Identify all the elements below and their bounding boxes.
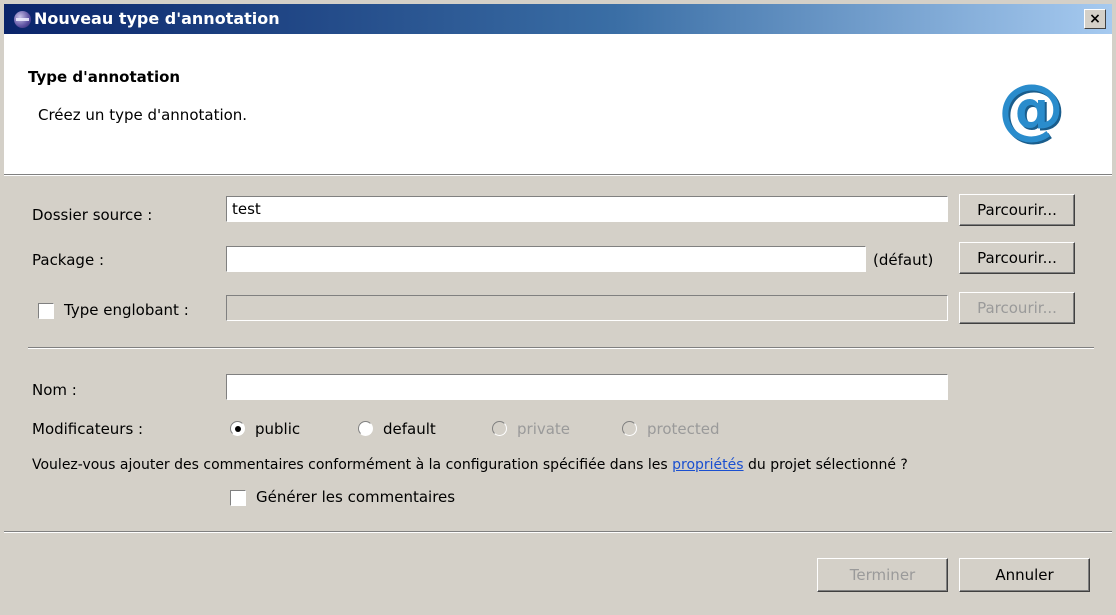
dialog-window: Nouveau type d'annotation × Type d'annot… — [0, 0, 1116, 615]
wizard-title: Type d'annotation — [28, 68, 181, 86]
radio-public-label: public — [255, 420, 301, 438]
package-label: Package : — [32, 251, 104, 269]
radio-protected-label: protected — [647, 420, 720, 438]
wizard-description: Créez un type d'annotation. — [38, 106, 248, 124]
enclosing-type-input — [226, 295, 948, 321]
radio-default[interactable] — [358, 421, 373, 436]
radio-default-label: default — [383, 420, 436, 438]
comments-question-text: Voulez-vous ajouter des commentaires con… — [32, 457, 673, 473]
package-default-hint: (défaut) — [873, 251, 934, 269]
cancel-button[interactable]: Annuler — [959, 558, 1090, 592]
radio-private-label: private — [517, 420, 571, 438]
window-title: Nouveau type d'annotation — [34, 9, 280, 28]
modifiers-label: Modificateurs : — [32, 420, 144, 438]
close-button[interactable]: × — [1084, 9, 1106, 29]
source-folder-input[interactable] — [226, 196, 948, 222]
annotation-logo-icon: @ — [998, 70, 1064, 147]
comments-question-suffix: du projet sélectionné ? — [743, 457, 908, 473]
source-folder-label: Dossier source : — [32, 206, 153, 224]
generate-comments-label: Générer les commentaires — [256, 488, 456, 506]
name-input[interactable] — [226, 374, 948, 400]
name-label: Nom : — [32, 381, 77, 399]
enclosing-type-checkbox[interactable] — [38, 303, 54, 319]
form-separator — [28, 347, 1094, 349]
footer-separator — [4, 531, 1112, 533]
package-input[interactable] — [226, 246, 866, 272]
radio-public[interactable] — [230, 421, 245, 436]
comments-question: Voulez-vous ajouter des commentaires con… — [32, 457, 908, 473]
browse-source-folder-button[interactable]: Parcourir... — [959, 194, 1075, 226]
browse-package-button[interactable]: Parcourir... — [959, 242, 1075, 274]
browse-enclosing-type-button: Parcourir... — [959, 292, 1075, 324]
properties-link[interactable]: propriétés — [672, 457, 743, 473]
radio-protected — [622, 421, 637, 436]
eclipse-icon — [14, 11, 31, 28]
title-bar[interactable]: Nouveau type d'annotation × — [4, 4, 1112, 34]
generate-comments-checkbox[interactable] — [230, 490, 246, 506]
enclosing-type-label: Type englobant : — [64, 301, 189, 319]
radio-private — [492, 421, 507, 436]
header-divider — [4, 175, 1112, 176]
wizard-header: Type d'annotation Créez un type d'annota… — [4, 34, 1112, 175]
finish-button: Terminer — [817, 558, 948, 592]
